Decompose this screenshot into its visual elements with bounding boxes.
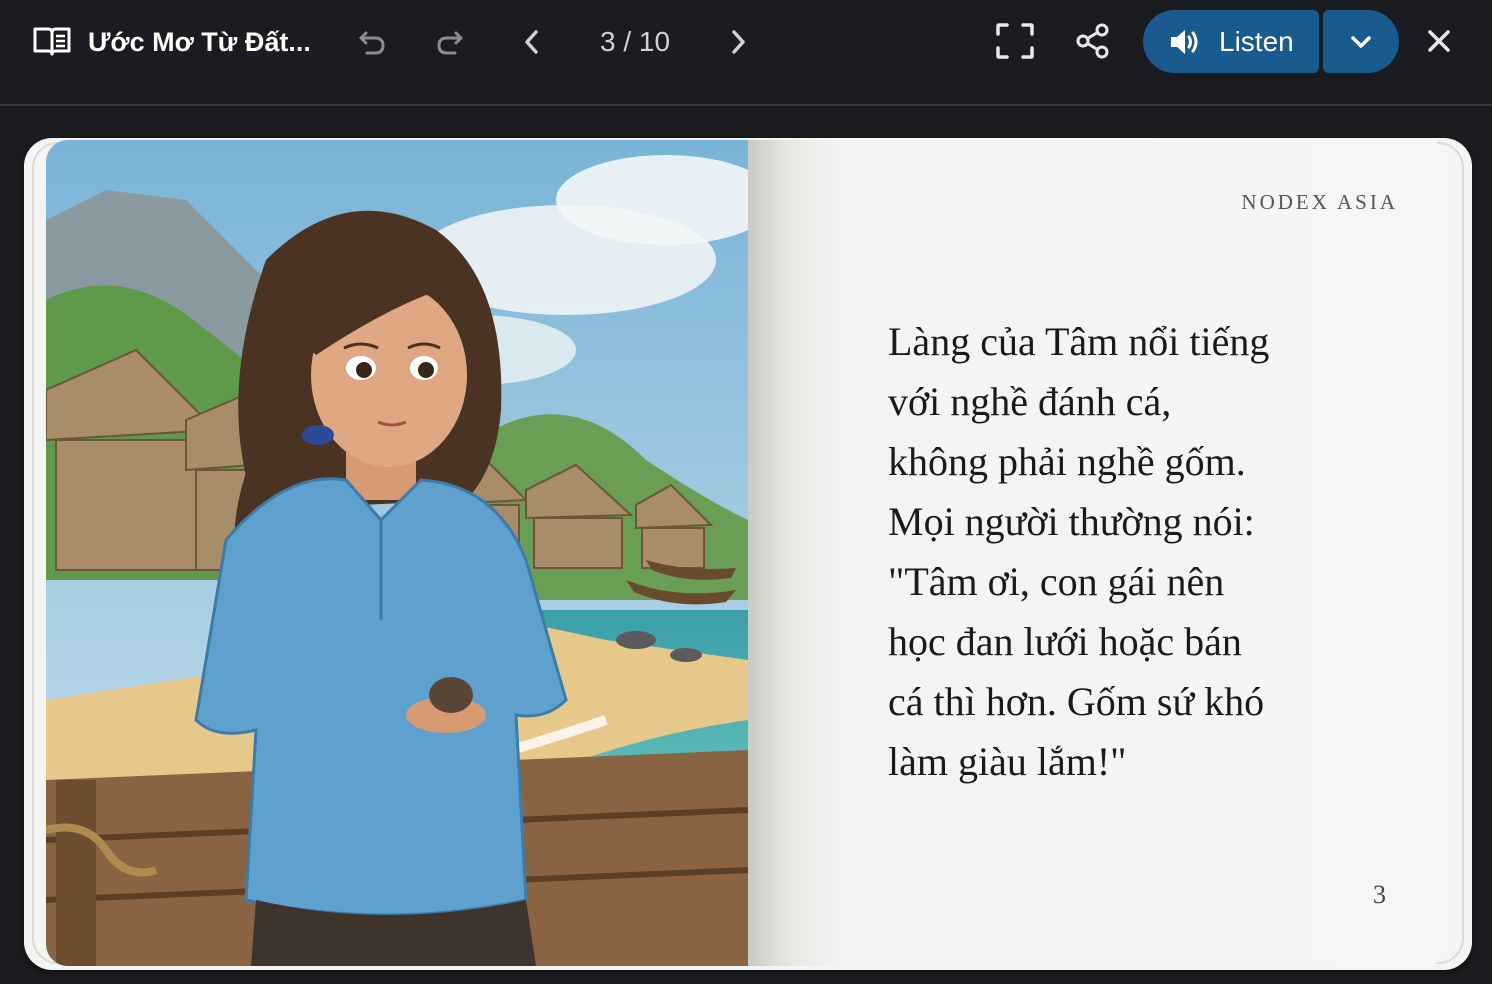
- story-line: Mọi người thường nói:: [888, 499, 1255, 544]
- story-line: với nghề đánh cá,: [888, 379, 1172, 424]
- open-book-icon: [30, 24, 74, 58]
- story-line: Làng của Tâm nổi tiếng: [888, 319, 1270, 364]
- story-line: không phải nghề gốm.: [888, 439, 1246, 484]
- undo-icon[interactable]: [352, 22, 392, 62]
- story-line: học đan lưới hoặc bán: [888, 619, 1242, 664]
- close-icon[interactable]: [1418, 20, 1460, 62]
- page-number: 3: [1373, 880, 1386, 909]
- story-line: cá thì hơn. Gốm sứ khó: [888, 679, 1265, 724]
- page-indicator: 3 / 10: [599, 26, 671, 57]
- text-page: NODEX ASIA Làng của Tâm nổi tiếng với ng…: [748, 140, 1448, 966]
- story-line: "Tâm ơi, con gái nên: [888, 559, 1225, 604]
- share-icon[interactable]: [1072, 20, 1114, 62]
- listen-label: Listen: [1219, 26, 1294, 57]
- reader-toolbar: Ước Mơ Từ Đất... 3 / 10 Listen: [0, 0, 1492, 106]
- book-title: Ước Mơ Từ Đất...: [88, 27, 311, 57]
- speaker-icon: [1171, 30, 1198, 54]
- fullscreen-icon[interactable]: [992, 20, 1038, 62]
- chevron-right-icon[interactable]: [718, 22, 758, 62]
- chevron-down-icon: [1351, 35, 1371, 48]
- story-line: làm giàu lắm!": [888, 739, 1127, 784]
- story-illustration: [46, 140, 748, 966]
- chevron-left-icon[interactable]: [512, 22, 552, 62]
- illustration-page: [46, 140, 748, 966]
- listen-button[interactable]: Listen: [1143, 10, 1319, 73]
- listen-options-button[interactable]: [1323, 10, 1399, 73]
- story-text: Làng của Tâm nổi tiếng với nghề đánh cá,…: [888, 312, 1358, 792]
- publisher-header: NODEX ASIA: [1241, 190, 1398, 214]
- redo-icon[interactable]: [430, 22, 470, 62]
